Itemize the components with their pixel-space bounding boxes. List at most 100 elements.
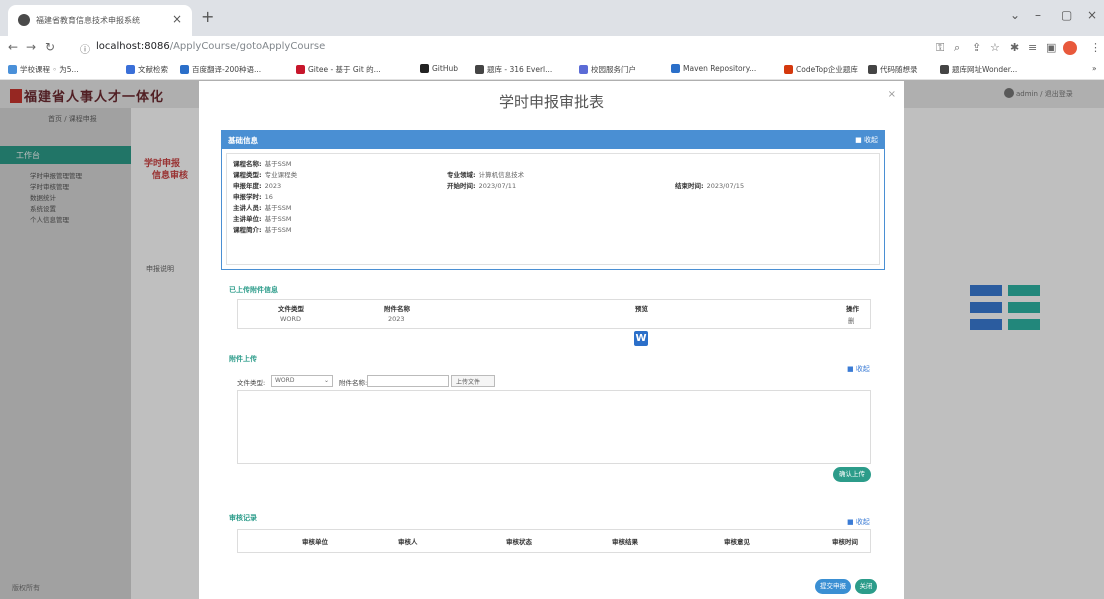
close-modal-button[interactable]: 关闭 bbox=[855, 579, 877, 594]
field-hours: 申报学时: 16 bbox=[233, 193, 273, 201]
column-header: 预览 bbox=[635, 305, 648, 313]
confirm-upload-button[interactable]: 确认上传 bbox=[833, 467, 871, 482]
bookmark-3[interactable]: Gitee - 基于 Git 的... bbox=[296, 64, 381, 75]
column-header: 审核状态 bbox=[506, 538, 532, 546]
site-info-icon[interactable]: ⓘ bbox=[80, 41, 90, 56]
field-unit: 主讲单位: 基于SSM bbox=[233, 215, 292, 223]
github-icon bbox=[420, 64, 429, 73]
file-name-label: 附件名称: bbox=[339, 379, 368, 387]
column-header: 操作 bbox=[846, 305, 859, 313]
browser-toolbar: ← → ↻ ⓘ localhost:8086/ApplyCourse/gotoA… bbox=[0, 36, 1104, 60]
modal-close-icon[interactable]: × bbox=[888, 89, 896, 100]
field-start-time: 开始时间: 2023/07/11 bbox=[447, 182, 517, 190]
url-host: localhost:8086 bbox=[96, 41, 170, 52]
key-icon[interactable]: ⚿ bbox=[936, 41, 944, 55]
choose-file-button[interactable]: 上传文件 bbox=[451, 375, 495, 387]
delete-link[interactable]: 删 bbox=[848, 315, 855, 325]
address-bar[interactable]: localhost:8086/ApplyCourse/gotoApplyCour… bbox=[96, 41, 325, 52]
minimize-icon[interactable]: – bbox=[1035, 8, 1041, 22]
maximize-icon[interactable]: ▢ bbox=[1061, 8, 1072, 22]
basic-info-collapse-button[interactable]: ■ 收起 bbox=[855, 135, 878, 145]
browser-menu-icon[interactable]: ⋮ bbox=[1090, 41, 1101, 54]
bookmark-9[interactable]: 代码随想录 bbox=[868, 64, 918, 75]
attachments-section-title: 已上传附件信息 bbox=[229, 286, 278, 294]
star-icon[interactable]: ☆ bbox=[990, 41, 1000, 54]
share-icon[interactable]: ⇪ bbox=[972, 41, 981, 54]
basic-info-header: 基础信息 ■ 收起 bbox=[222, 131, 884, 149]
maven-icon bbox=[671, 64, 680, 73]
file-name-input[interactable] bbox=[367, 375, 449, 387]
site-favicon-icon bbox=[18, 14, 30, 26]
forward-icon[interactable]: → bbox=[26, 40, 36, 54]
field-domain: 专业领域: 计算机信息技术 bbox=[447, 171, 525, 179]
reading-list-icon[interactable]: ≡ bbox=[1028, 41, 1037, 54]
bookmark-5[interactable]: 题库 - 316 Everl... bbox=[475, 64, 552, 75]
globe-icon bbox=[940, 65, 949, 74]
bookmarks-overflow-icon[interactable]: » bbox=[1092, 64, 1097, 73]
word-file-icon[interactable]: W bbox=[634, 331, 648, 346]
bookmark-1[interactable]: 文献检索 bbox=[126, 64, 168, 75]
upload-section-title: 附件上传 bbox=[229, 355, 257, 363]
column-header: 审核单位 bbox=[302, 538, 328, 546]
basic-info-title: 基础信息 bbox=[228, 136, 258, 145]
field-course-name: 课程名称: 基于SSM bbox=[233, 160, 292, 168]
browser-tabstrip: 福建省教育信息技术申报系统 × + ⌄ – ▢ × bbox=[0, 0, 1104, 36]
extensions-icon[interactable]: ✱ bbox=[1010, 41, 1019, 54]
review-table: 审核单位 审核人 审核状态 审核结果 审核意见 审核时间 bbox=[237, 529, 871, 553]
new-tab-button[interactable]: + bbox=[201, 7, 214, 26]
table-cell: 2023 bbox=[388, 315, 405, 323]
back-icon[interactable]: ← bbox=[8, 40, 18, 54]
sidepanel-icon[interactable]: ▣ bbox=[1046, 41, 1056, 54]
field-lecturer: 主讲人员: 基于SSM bbox=[233, 204, 292, 212]
bookmark-7[interactable]: Maven Repository... bbox=[671, 64, 756, 73]
file-type-select[interactable]: WORD ⌄ bbox=[271, 375, 333, 387]
codetop-icon bbox=[784, 65, 793, 74]
bookmark-0[interactable]: 学校课程 ◦ 为5... bbox=[8, 64, 79, 75]
column-header: 审核意见 bbox=[724, 538, 750, 546]
gitee-icon bbox=[296, 65, 305, 74]
zoom-icon[interactable]: ⌕ bbox=[954, 41, 960, 55]
basic-info-body: 课程名称: 基于SSM 课程类型: 专业课程类 申报年度: 2023 申报学时: 16 … bbox=[226, 153, 880, 265]
review-collapse-button[interactable]: ■ 收起 bbox=[847, 517, 870, 527]
column-header: 审核人 bbox=[398, 538, 418, 546]
c-icon bbox=[475, 65, 484, 74]
modal-title: 学时申报审批表 bbox=[498, 93, 604, 111]
bookmark-2[interactable]: 百度翻译-200种语... bbox=[180, 64, 261, 75]
window-close-icon[interactable]: × bbox=[1087, 8, 1097, 22]
window-menu-icon[interactable]: ⌄ bbox=[1010, 8, 1020, 22]
bookmark-6[interactable]: 校园服务门户 bbox=[579, 64, 636, 75]
reload-icon[interactable]: ↻ bbox=[45, 40, 55, 54]
bookmark-8[interactable]: CodeTop企业题库 bbox=[784, 64, 858, 75]
field-year: 申报年度: 2023 bbox=[233, 182, 282, 190]
tab-title: 福建省教育信息技术申报系统 bbox=[36, 16, 140, 25]
approval-modal: 学时申报审批表 × 基础信息 ■ 收起 课程名称: 基于SSM 课程类型: 专业课程… bbox=[199, 81, 904, 599]
basic-info-panel: 基础信息 ■ 收起 课程名称: 基于SSM 课程类型: 专业课程类 申报年度: 202… bbox=[221, 130, 885, 270]
submit-application-button[interactable]: 提交申报 bbox=[815, 579, 851, 594]
upload-collapse-button[interactable]: ■ 收起 bbox=[847, 364, 870, 374]
column-header: 附件名称 bbox=[384, 305, 410, 313]
bookmarks-bar: 学校课程 ◦ 为5... 文献检索 百度翻译-200种语... Gitee - … bbox=[0, 60, 1104, 80]
folder-icon bbox=[8, 65, 17, 74]
portal-icon bbox=[579, 65, 588, 74]
field-end-time: 结束时间: 2023/07/15 bbox=[675, 182, 745, 190]
pin-icon bbox=[868, 65, 877, 74]
table-cell: WORD bbox=[280, 315, 302, 323]
chevron-down-icon: ⌄ bbox=[323, 377, 329, 384]
column-header: 审核结果 bbox=[612, 538, 638, 546]
field-course-type: 课程类型: 专业课程类 bbox=[233, 171, 298, 179]
diamond-icon bbox=[126, 65, 135, 74]
review-section-title: 审核记录 bbox=[229, 514, 257, 522]
attachments-table: 文件类型 附件名称 预览 操作 WORD 2023 删 bbox=[237, 299, 871, 329]
field-intro: 课程简介: 基于SSM bbox=[233, 226, 292, 234]
file-type-label: 文件类型: bbox=[237, 379, 266, 387]
upload-dropzone[interactable] bbox=[237, 390, 871, 464]
browser-tab[interactable]: 福建省教育信息技术申报系统 × bbox=[8, 5, 192, 36]
column-header: 审核时间 bbox=[832, 538, 858, 546]
column-header: 文件类型 bbox=[278, 305, 304, 313]
profile-avatar[interactable] bbox=[1063, 41, 1077, 55]
translate-icon bbox=[180, 65, 189, 74]
bookmark-10[interactable]: 题库网址Wonder... bbox=[940, 64, 1017, 75]
url-path: /ApplyCourse/gotoApplyCourse bbox=[169, 41, 326, 52]
bookmark-4[interactable]: GitHub bbox=[420, 64, 458, 73]
tab-close-icon[interactable]: × bbox=[172, 12, 182, 26]
